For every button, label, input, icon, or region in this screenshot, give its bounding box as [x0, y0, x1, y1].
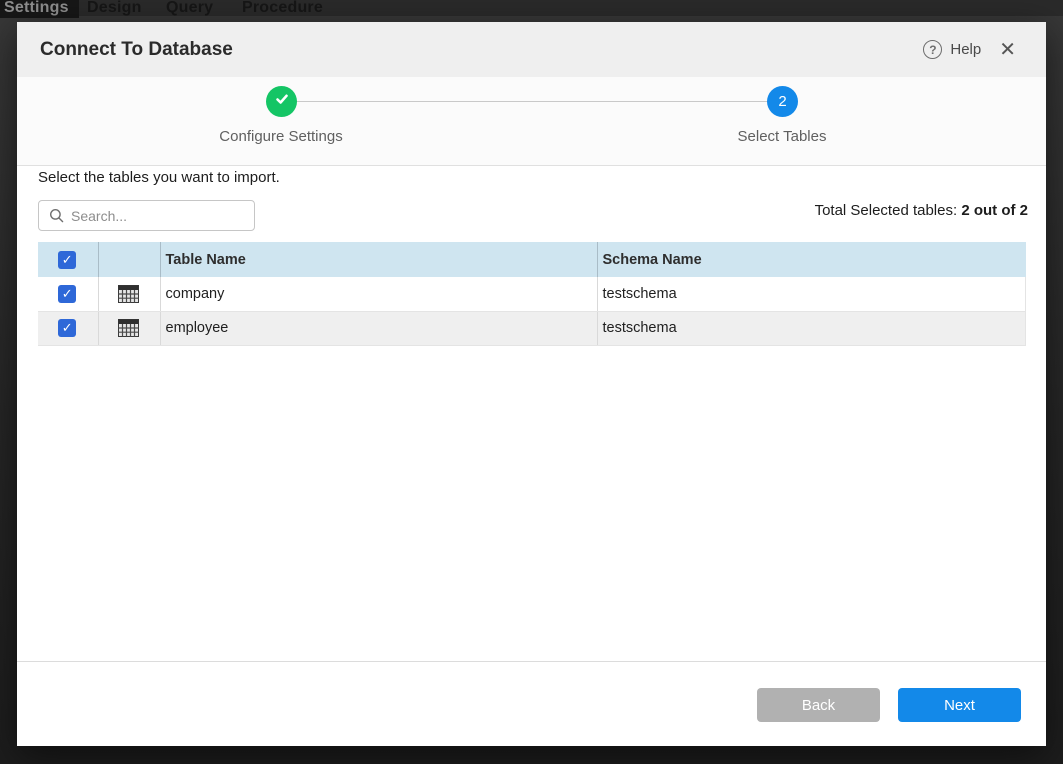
search-input[interactable] — [71, 208, 254, 224]
table-icon — [118, 319, 139, 337]
bg-tab-procedure[interactable]: Procedure — [242, 0, 323, 18]
step-2-number: 2 — [778, 93, 786, 110]
table-icon — [118, 285, 139, 303]
schema-name-cell: testschema — [597, 311, 1026, 345]
help-label: Help — [950, 41, 981, 58]
step-2-label: Select Tables — [672, 128, 892, 145]
help-icon: ? — [923, 40, 942, 59]
summary-value: 2 out of 2 — [961, 202, 1028, 219]
table-row: ✓ employee testschema — [38, 311, 1026, 345]
selected-tables-summary: Total Selected tables: 2 out of 2 — [815, 202, 1028, 219]
back-button[interactable]: Back — [757, 688, 880, 722]
dialog-header: Connect To Database ? Help ✕ — [17, 22, 1046, 77]
bg-tab-query[interactable]: Query — [166, 0, 213, 18]
header-actions: ? Help ✕ — [923, 38, 1020, 62]
step-1-label: Configure Settings — [171, 128, 391, 145]
search-icon — [49, 208, 64, 223]
table-row: ✓ company testschema — [38, 277, 1026, 311]
select-all-checkbox[interactable]: ✓ — [58, 251, 76, 269]
dialog-title: Connect To Database — [40, 39, 233, 61]
bg-tab-settings[interactable]: Settings — [0, 0, 79, 18]
table-name-cell: company — [160, 277, 597, 311]
background-tab-bar: Settings Design Query Procedure — [0, 0, 1063, 16]
table-name-cell: employee — [160, 311, 597, 345]
footer-divider — [17, 661, 1046, 662]
search-box — [38, 200, 255, 231]
wizard-stepper: 2 Configure Settings Select Tables — [17, 77, 1046, 166]
summary-label: Total Selected tables: — [815, 202, 962, 219]
table-header-row: ✓ Table Name Schema Name — [38, 242, 1026, 277]
instruction-text: Select the tables you want to import. — [38, 169, 280, 186]
row-checkbox-employee[interactable]: ✓ — [58, 319, 76, 337]
tables-list: ✓ Table Name Schema Name ✓ company tests… — [38, 242, 1026, 346]
column-header-table-name: Table Name — [160, 242, 597, 277]
bg-tab-design[interactable]: Design — [87, 0, 142, 18]
step-1-completed-indicator — [266, 86, 297, 117]
connect-to-database-dialog: Connect To Database ? Help ✕ 2 Configure… — [17, 22, 1046, 746]
next-button[interactable]: Next — [898, 688, 1021, 722]
help-button[interactable]: ? Help — [923, 40, 981, 59]
check-icon — [274, 91, 290, 112]
row-checkbox-company[interactable]: ✓ — [58, 285, 76, 303]
stepper-connector-line — [281, 101, 782, 102]
schema-name-cell: testschema — [597, 277, 1026, 311]
step-2-indicator: 2 — [767, 86, 798, 117]
close-icon[interactable]: ✕ — [995, 38, 1020, 62]
column-header-schema-name: Schema Name — [597, 242, 1026, 277]
icon-column-header — [98, 242, 160, 277]
